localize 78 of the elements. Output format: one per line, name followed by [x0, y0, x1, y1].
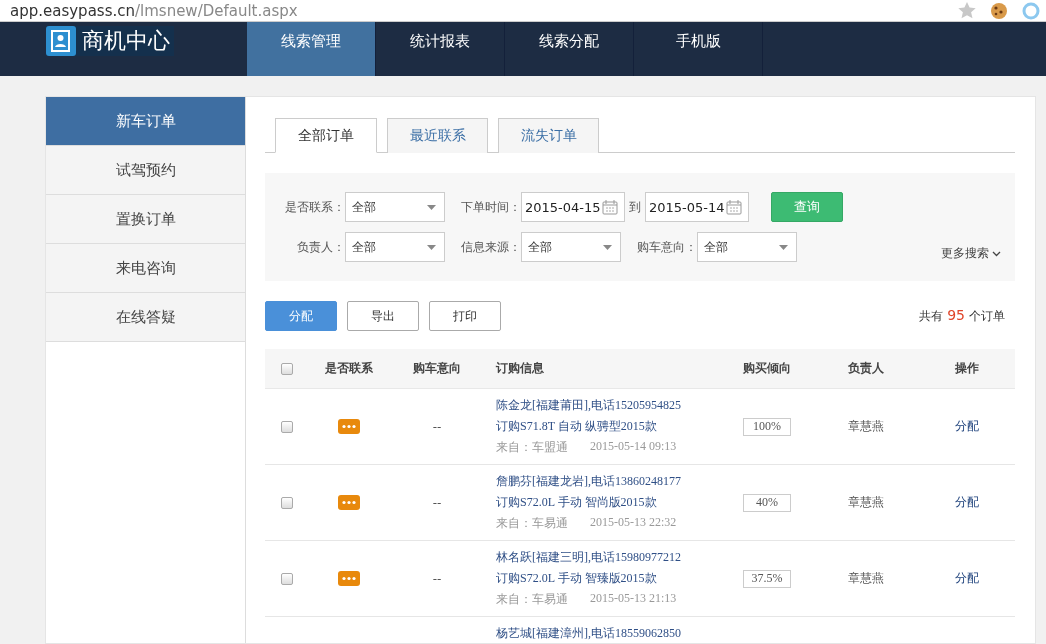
field-label: 是否联系：	[284, 198, 345, 216]
cookie-icon[interactable]	[990, 1, 1008, 20]
assign-link[interactable]: 分配	[919, 418, 1015, 435]
order-time: 2015-05-14 09:13	[590, 439, 677, 455]
table-cell-text: 章慧燕	[847, 418, 885, 435]
tab[interactable]: 全部订单	[275, 118, 377, 153]
field-label: 购车意向：	[636, 238, 697, 256]
select-field[interactable]: 全部	[345, 232, 445, 262]
column-header: 负责人	[847, 360, 885, 377]
table-cell-text: 章慧燕	[847, 494, 885, 511]
calendar-icon[interactable]	[602, 199, 618, 215]
column-header: 购车意向	[412, 360, 462, 377]
contact-card-icon	[46, 26, 76, 56]
tendency-value: 100%	[743, 417, 791, 436]
order-model-text: 订购S71.8T 自动 纵骋型2015款	[496, 418, 658, 435]
order-total: 共有 95 个订单	[919, 307, 1006, 325]
tendency-value: 40%	[743, 493, 791, 512]
more-dots-icon[interactable]	[338, 419, 360, 434]
table-cell-text: --	[431, 571, 443, 586]
nav-tab[interactable]: 统计报表	[376, 22, 505, 76]
nav-tab[interactable]: 线索管理	[247, 22, 376, 76]
action-button[interactable]: 打印	[429, 301, 501, 331]
assign-link[interactable]: 分配	[919, 494, 1015, 511]
more-search-link[interactable]: 更多搜索	[941, 245, 1005, 262]
more-dots-icon[interactable]	[338, 571, 360, 586]
sidebar-item[interactable]: 试驾预约	[46, 146, 245, 195]
date-field[interactable]: 2015-04-15	[521, 192, 625, 222]
sidebar-item[interactable]: 新车订单	[46, 97, 245, 146]
order-time: 2015-05-13 21:13	[590, 591, 677, 607]
source-text: 来自：车易通	[496, 591, 568, 608]
column-header: 订购信息	[494, 360, 545, 377]
tendency-value: 37.5%	[743, 569, 791, 588]
field-label: 信息来源：	[460, 238, 521, 256]
circle-icon[interactable]	[1022, 1, 1040, 20]
star-icon[interactable]	[958, 2, 976, 19]
select-field[interactable]: 全部	[521, 232, 621, 262]
range-separator: 到	[629, 198, 641, 216]
select-field[interactable]: 全部	[697, 232, 797, 262]
column-header: 操作	[954, 360, 980, 377]
table-cell-text: --	[431, 495, 443, 510]
chevron-down-icon	[992, 250, 1001, 257]
date-field[interactable]: 2015-05-14	[645, 192, 749, 222]
caret-icon	[427, 244, 436, 250]
table-cell-text: 章慧燕	[847, 570, 885, 587]
customer-link[interactable]: 詹鹏芬[福建龙岩],电话13860248177	[496, 473, 721, 490]
table-cell-text: --	[431, 419, 443, 434]
sidebar-item[interactable]: 置换订单	[46, 195, 245, 244]
customer-link[interactable]: 杨艺城[福建漳州],电话18559062850	[496, 625, 721, 642]
caret-icon	[779, 244, 788, 250]
field-label: 下单时间：	[460, 198, 521, 216]
source-text: 来自：车盟通	[496, 439, 568, 456]
tab[interactable]: 最近联系	[387, 118, 488, 153]
assign-link[interactable]: 分配	[919, 570, 1015, 587]
field-label: 负责人：	[296, 238, 345, 256]
column-header: 是否联系	[324, 360, 374, 377]
row-checkbox[interactable]	[281, 572, 293, 585]
select-field[interactable]: 全部	[345, 192, 445, 222]
order-time: 2015-05-13 22:32	[590, 515, 677, 531]
logo-title: 商机中心	[82, 27, 170, 55]
nav-tab[interactable]: 线索分配	[505, 22, 634, 76]
column-header: 购买倾向	[742, 360, 792, 377]
action-button[interactable]: 导出	[347, 301, 419, 331]
tab[interactable]: 流失订单	[498, 118, 599, 153]
row-checkbox[interactable]	[281, 420, 293, 433]
source-text: 来自：车易通	[496, 515, 568, 532]
calendar-icon[interactable]	[726, 199, 742, 215]
customer-link[interactable]: 林名跃[福建三明],电话15980977212	[496, 549, 721, 566]
sidebar-item[interactable]: 来电咨询	[46, 244, 245, 293]
caret-icon	[427, 204, 436, 210]
order-model-text: 订购S72.0L 手动 智臻版2015款	[496, 570, 658, 587]
sidebar-item[interactable]: 在线答疑	[46, 293, 245, 342]
select-all-checkbox[interactable]	[281, 362, 293, 375]
caret-icon	[603, 244, 612, 250]
more-dots-icon[interactable]	[338, 495, 360, 510]
customer-link[interactable]: 陈金龙[福建莆田],电话15205954825	[496, 397, 721, 414]
row-checkbox[interactable]	[281, 496, 293, 509]
order-model-text: 订购S72.0L 手动 智尚版2015款	[496, 494, 658, 511]
nav-tab[interactable]: 手机版	[634, 22, 763, 76]
